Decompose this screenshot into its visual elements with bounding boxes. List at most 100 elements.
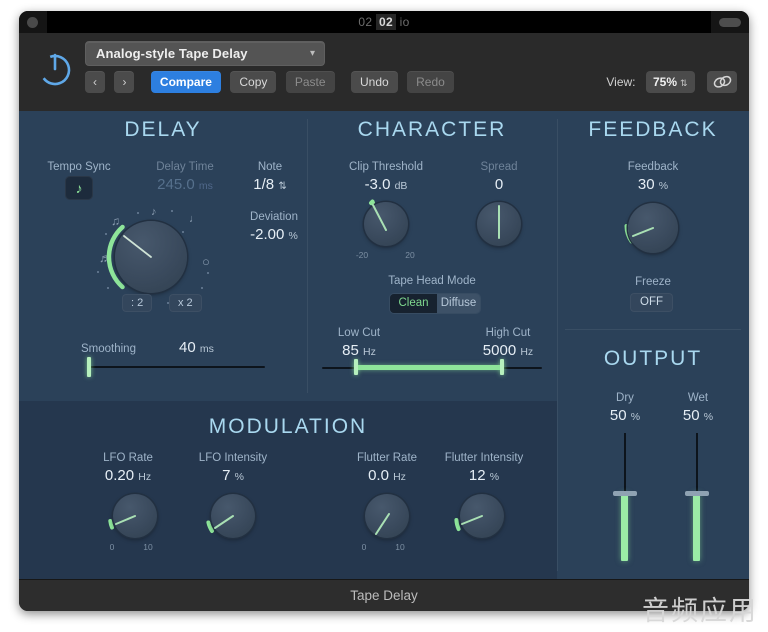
toolbar-button-row: ‹ › Compare Copy Paste Undo Redo: [85, 71, 459, 93]
high-cut-number: 5000: [482, 342, 517, 359]
lfo-rate-value[interactable]: 0.20 Hz: [76, 467, 180, 484]
preset-name: Analog-style Tape Delay: [96, 46, 248, 61]
view-label: View:: [606, 75, 636, 89]
spread-value[interactable]: 0: [447, 176, 551, 193]
halve-delay-button[interactable]: : 2: [122, 294, 153, 312]
lfo-intensity-unit: %: [234, 471, 244, 483]
plugin-toolbar: Analog-style Tape Delay ▾ ‹ › Compare Co…: [19, 33, 749, 112]
undo-button[interactable]: Undo: [350, 71, 398, 93]
wet-number: 50: [682, 407, 700, 424]
plugin-window: 02 02 io Analog-style Tape Delay ▾ ‹ › C…: [19, 11, 749, 611]
high-cut-handle[interactable]: [500, 359, 504, 375]
dry-slider-fill[interactable]: [621, 493, 628, 561]
window-title: 02 02 io: [19, 11, 749, 33]
stepper-icon: ⇅: [680, 78, 688, 88]
feedback-panel: FEEDBACK Feedback 30 % Freeze OFF: [557, 111, 749, 329]
wet-unit: %: [703, 411, 714, 423]
output-panel: OUTPUT Dry 50 % Wet 50 %: [557, 329, 749, 579]
power-icon[interactable]: [33, 47, 77, 91]
spread-knob[interactable]: [477, 202, 521, 246]
window-title-faint-left: 02: [358, 15, 373, 29]
lfo-intensity-number: 7: [222, 467, 231, 484]
window-title-strong: 02: [376, 14, 396, 30]
delay-panel: DELAY Tempo Sync ♪ Delay Time 245.0 ms N…: [19, 111, 307, 401]
low-cut-label: Low Cut: [337, 327, 381, 339]
cut-range-band[interactable]: [355, 365, 503, 370]
deviation-unit: %: [288, 230, 298, 242]
smoothing-slider-handle[interactable]: [87, 357, 91, 377]
flutter-rate-tick-min: 0: [361, 542, 367, 552]
wet-slider-fill[interactable]: [693, 493, 700, 561]
wet-value[interactable]: 50 %: [674, 407, 722, 424]
plugin-name-label: Tape Delay: [350, 588, 418, 603]
flutter-rate-knob[interactable]: [365, 494, 409, 538]
smoothing-number: 40: [179, 339, 196, 356]
lfo-rate-label: LFO Rate: [103, 452, 153, 464]
wet-slider-handle[interactable]: [685, 491, 709, 496]
redo-button[interactable]: Redo: [407, 71, 454, 93]
double-delay-button[interactable]: x 2: [169, 294, 202, 312]
eighth-note-icon: ♪: [75, 180, 83, 196]
flutter-rate-tick-max: 10: [395, 542, 405, 552]
feedback-section-title: FEEDBACK: [588, 118, 718, 141]
smoothing-label: Smoothing: [81, 343, 136, 355]
dry-value[interactable]: 50 %: [601, 407, 649, 424]
low-cut-handle[interactable]: [354, 359, 358, 375]
dry-label: Dry: [616, 392, 634, 404]
view-zoom-stepper[interactable]: 75% ⇅: [645, 71, 695, 93]
dry-slider-handle[interactable]: [613, 491, 637, 496]
low-cut-unit: Hz: [363, 346, 376, 358]
clip-threshold-unit: dB: [394, 180, 408, 192]
smoothing-value[interactable]: 40 ms: [179, 339, 259, 356]
modulation-panel: MODULATION LFO Rate 0.20 Hz 0 10 LFO Int…: [19, 401, 557, 579]
delay-section-title: DELAY: [124, 118, 202, 141]
preset-selector[interactable]: Analog-style Tape Delay ▾: [85, 41, 325, 66]
flutter-rate-number: 0.0: [368, 467, 389, 484]
flutter-intensity-value[interactable]: 12 %: [417, 467, 551, 484]
clip-threshold-value[interactable]: -3.0 dB: [319, 176, 453, 193]
tape-head-mode-diffuse[interactable]: Diffuse: [437, 294, 480, 313]
tempo-sync-label: Tempo Sync: [47, 161, 111, 173]
compare-button[interactable]: Compare: [150, 71, 221, 93]
dry-number: 50: [609, 407, 627, 424]
lfo-intensity-value[interactable]: 7 %: [171, 467, 295, 484]
tape-head-mode-label: Tape Head Mode: [388, 275, 476, 287]
lfo-intensity-knob[interactable]: [211, 494, 255, 538]
low-cut-value[interactable]: 85 Hz: [319, 342, 399, 359]
chevron-down-icon: ▾: [309, 48, 315, 59]
high-cut-label: High Cut: [485, 327, 531, 339]
low-cut-number: 85: [342, 342, 359, 359]
next-preset-button[interactable]: ›: [114, 71, 135, 93]
lfo-rate-tick-max: 10: [143, 542, 153, 552]
copy-button[interactable]: Copy: [230, 71, 277, 93]
link-icon[interactable]: [707, 71, 737, 93]
feedback-knob[interactable]: [628, 203, 678, 253]
plugin-footer: Tape Delay: [19, 579, 749, 611]
tempo-sync-toggle[interactable]: ♪: [65, 176, 93, 200]
paste-button[interactable]: Paste: [285, 71, 335, 93]
flutter-rate-unit: Hz: [393, 471, 406, 483]
clip-threshold-label: Clip Threshold: [349, 161, 423, 173]
note-stepper[interactable]: 1/8 ⇅: [225, 176, 315, 193]
smoothing-slider-track[interactable]: [87, 366, 265, 368]
prev-preset-button[interactable]: ‹: [85, 71, 105, 93]
modulation-section-title: MODULATION: [208, 415, 368, 438]
clip-threshold-tick-max: 20: [405, 250, 415, 260]
freeze-toggle[interactable]: OFF: [630, 293, 673, 312]
clip-threshold-knob[interactable]: [364, 202, 408, 246]
output-section-title: OUTPUT: [603, 347, 703, 370]
deviation-number: -2.00: [250, 226, 285, 243]
tape-head-mode-clean[interactable]: Clean: [390, 294, 437, 313]
clip-threshold-number: -3.0: [364, 176, 391, 193]
spread-label: Spread: [480, 161, 518, 173]
delay-time-knob[interactable]: [115, 221, 187, 293]
high-cut-value[interactable]: 5000 Hz: [465, 342, 551, 359]
deviation-value[interactable]: -2.00 %: [229, 226, 319, 243]
delay-time-number: 245.0: [157, 176, 195, 193]
flutter-intensity-label: Flutter Intensity: [444, 452, 524, 464]
feedback-value[interactable]: 30 %: [557, 176, 749, 193]
lfo-rate-tick-min: 0: [109, 542, 115, 552]
lfo-rate-knob[interactable]: [113, 494, 157, 538]
flutter-intensity-knob[interactable]: [460, 494, 504, 538]
tape-head-mode-switch[interactable]: Clean Diffuse: [390, 294, 480, 313]
